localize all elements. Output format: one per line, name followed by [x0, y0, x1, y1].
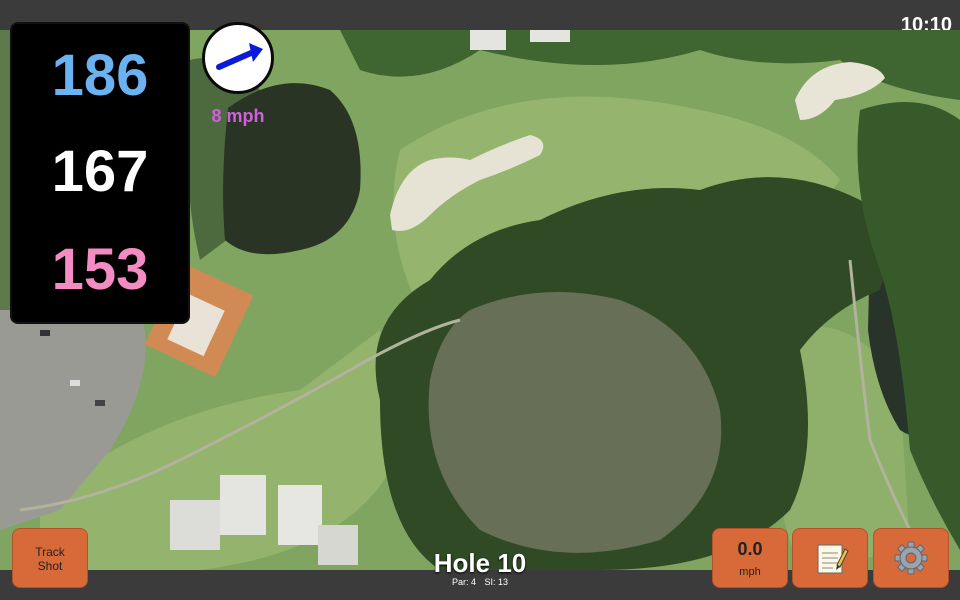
middle-distance: 167: [51, 139, 149, 204]
speed-button[interactable]: 0.0 mph: [712, 528, 788, 588]
speed-value: 0.0: [737, 539, 763, 559]
speed-unit: mph: [739, 566, 761, 578]
wind-speed-label: 8 mph: [211, 106, 265, 126]
track-shot-label-line2: Shot: [37, 559, 63, 573]
wind-direction-dial[interactable]: [202, 22, 274, 94]
hole-par: Par: 4: [451, 577, 476, 587]
hole-info: Par: 4 SI: 13: [380, 577, 580, 587]
arrow-right-icon: [216, 43, 263, 70]
hole-title[interactable]: Hole 10: [380, 548, 580, 579]
track-shot-button[interactable]: Track Shot: [12, 528, 88, 588]
hole-stroke-index: SI: 13: [484, 577, 509, 587]
back-distance: 186: [51, 43, 149, 108]
distance-panel: 186 167 153: [10, 22, 190, 324]
track-shot-label-line1: Track: [35, 545, 65, 559]
notepad-icon: [817, 544, 849, 574]
settings-button[interactable]: [873, 528, 949, 588]
notes-button[interactable]: [792, 528, 868, 588]
gear-icon: [894, 541, 928, 575]
front-distance: 153: [51, 237, 149, 302]
